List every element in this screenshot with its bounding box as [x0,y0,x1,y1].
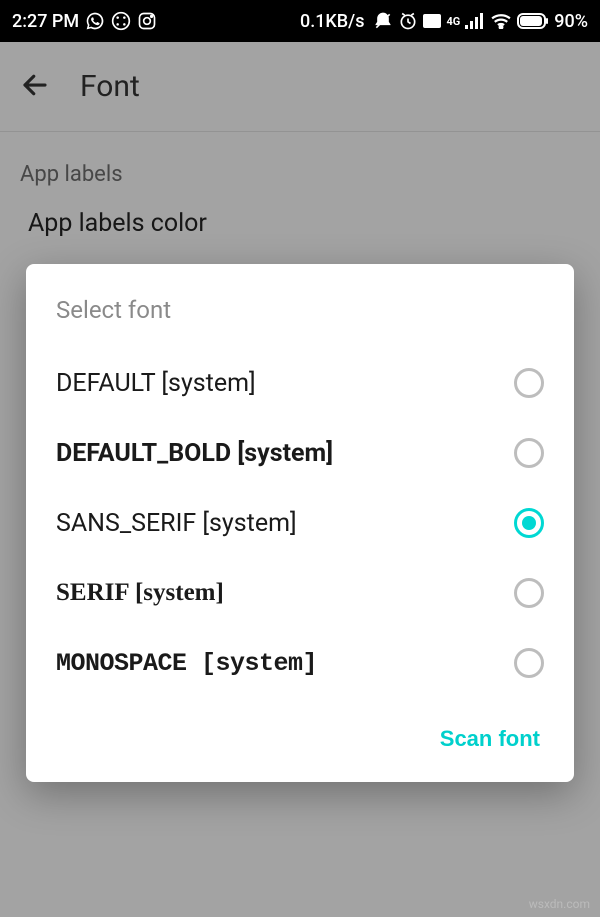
font-option-default-bold[interactable]: DEFAULT_BOLD [system] [26,418,574,488]
font-option-serif[interactable]: SERIF [system] [26,558,574,628]
radio-unchecked-icon [514,648,544,678]
mobile-4g-icon: 4G [446,15,460,28]
status-bar-right: 0.1KB/s 4G 90% [300,11,588,32]
instagram-icon [137,11,157,31]
select-font-dialog: Select font DEFAULT [system] DEFAULT_BOL… [26,264,574,782]
font-option-label: DEFAULT [system] [56,369,256,398]
status-bar-left: 2:27 PM [12,11,157,32]
alarm-icon [398,11,418,31]
font-option-label: SANS_SERIF [system] [56,509,297,538]
dialog-title: Select font [26,296,574,348]
font-option-label: DEFAULT_BOLD [system] [56,439,333,468]
wifi-icon [490,13,512,29]
font-option-monospace[interactable]: MONOSPACE [system] [26,628,574,698]
whatsapp-icon [85,11,105,31]
radio-unchecked-icon [514,438,544,468]
mute-icon [373,11,393,31]
dialog-actions: Scan font [26,698,574,782]
radio-checked-icon [514,508,544,538]
scan-font-button[interactable]: Scan font [440,726,540,752]
clock: 2:27 PM [12,11,79,32]
network-speed: 0.1KB/s [300,11,365,32]
volte-icon [423,14,441,28]
font-option-label: SERIF [system] [56,579,224,607]
font-option-label: MONOSPACE [system] [56,649,317,678]
watermark: wsxdn.com [529,897,590,911]
font-option-default[interactable]: DEFAULT [system] [26,348,574,418]
font-option-sans-serif[interactable]: SANS_SERIF [system] [26,488,574,558]
battery-percent: 90% [554,11,588,32]
battery-icon [517,13,549,29]
status-bar: 2:27 PM 0.1KB/s 4G 90% [0,0,600,42]
signal-icon [465,13,485,29]
radio-unchecked-icon [514,368,544,398]
radio-unchecked-icon [514,578,544,608]
app-grid-icon [111,11,131,31]
